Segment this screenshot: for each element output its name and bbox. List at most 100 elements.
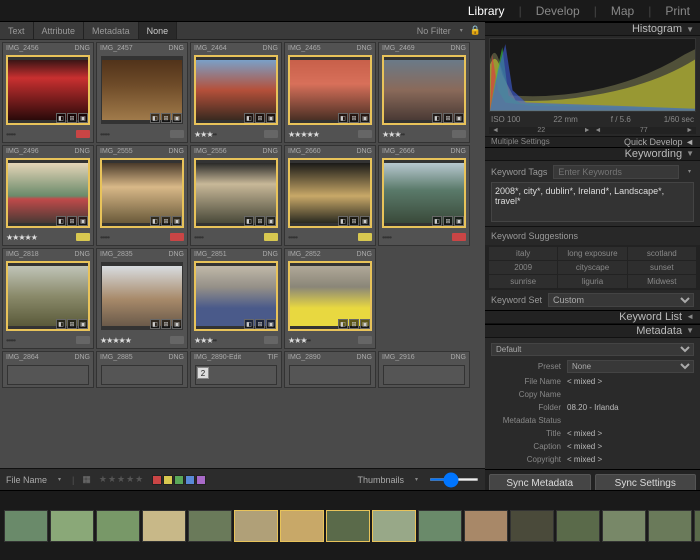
- thumbnail-badge-icon[interactable]: ⊞: [349, 319, 359, 329]
- rating-stars[interactable]: ★★★••: [288, 336, 310, 345]
- color-label-chip[interactable]: [264, 130, 278, 138]
- sort-label[interactable]: File Name: [6, 475, 47, 485]
- keywording-header[interactable]: Keywording ▼: [485, 147, 700, 161]
- thumbnail[interactable]: ◧⊞▣: [289, 56, 371, 124]
- thumbnail-badge-icon[interactable]: ◧: [150, 113, 160, 123]
- color-swatch[interactable]: [152, 475, 162, 485]
- thumbnail-badge-icon[interactable]: ▣: [172, 113, 182, 123]
- thumbnail[interactable]: ◧⊞▣: [7, 159, 89, 227]
- sync-settings-button[interactable]: Sync Settings: [595, 474, 697, 490]
- filmstrip-thumbnail[interactable]: [556, 510, 600, 542]
- filmstrip-thumbnail[interactable]: [142, 510, 186, 542]
- thumbnail-badge-icon[interactable]: ◧: [244, 319, 254, 329]
- keyword-set-select[interactable]: Custom: [548, 293, 694, 307]
- thumbnail-badge-icon[interactable]: ▣: [266, 319, 276, 329]
- thumbnail-badge-icon[interactable]: ⊞: [443, 113, 453, 123]
- thumbnail[interactable]: ◧⊞▣: [101, 56, 183, 124]
- stack-badge[interactable]: 2: [197, 367, 209, 379]
- thumbnail-badge-icon[interactable]: ▣: [78, 319, 88, 329]
- thumbnail-badge-icon[interactable]: ◧: [244, 113, 254, 123]
- thumbnail-size-slider[interactable]: [429, 478, 479, 481]
- keyword-entry-input[interactable]: [553, 165, 679, 179]
- module-print[interactable]: Print: [665, 4, 690, 18]
- metadata-preset-value[interactable]: None: [567, 360, 694, 373]
- keyword-suggestion[interactable]: scotland: [628, 247, 696, 260]
- filter-preset-dropdown-icon[interactable]: ▾: [457, 26, 466, 35]
- thumbnail[interactable]: [289, 365, 371, 385]
- filmstrip-thumbnail[interactable]: [510, 510, 554, 542]
- keyword-suggestion[interactable]: Midwest: [628, 275, 696, 288]
- thumbnail-badge-icon[interactable]: ◧: [150, 319, 160, 329]
- grid-cell[interactable]: IMG_2469DNG◧⊞▣★★★••: [378, 42, 470, 143]
- rating-stars[interactable]: ★★★★★: [6, 233, 37, 242]
- metadata-title[interactable]: < mixed >: [567, 429, 694, 438]
- thumbnail[interactable]: ◧⊞▣: [195, 56, 277, 124]
- thumbnail-badge-icon[interactable]: ▣: [172, 216, 182, 226]
- grid-cell[interactable]: IMG_2457DNG◧⊞▣•••••: [96, 42, 188, 143]
- grid-cell[interactable]: IMG_2818DNG◧⊞▣•••••: [2, 248, 94, 349]
- keyword-suggestion[interactable]: sunrise: [489, 275, 557, 288]
- thumbnail-badge-icon[interactable]: ◧: [56, 216, 66, 226]
- grid-cell[interactable]: IMG_2890-EditTIF2: [190, 351, 282, 388]
- module-develop[interactable]: Develop: [536, 4, 580, 18]
- quick-develop-header[interactable]: Multiple Settings Quick Develop ◄: [485, 136, 700, 147]
- thumbnail-badge-icon[interactable]: ⊞: [443, 216, 453, 226]
- grid-cell[interactable]: IMG_2556DNG◧⊞▣•••••: [190, 145, 282, 246]
- metadata-caption[interactable]: < mixed >: [567, 442, 694, 451]
- grid-cell[interactable]: IMG_2666DNG◧⊞▣•••••: [378, 145, 470, 246]
- thumbnail-badge-icon[interactable]: ⊞: [255, 113, 265, 123]
- rating-stars[interactable]: •••••: [100, 233, 109, 242]
- keyword-suggestion[interactable]: italy: [489, 247, 557, 260]
- color-label-chip[interactable]: [452, 130, 466, 138]
- color-label-chip[interactable]: [264, 233, 278, 241]
- keyword-suggestion[interactable]: cityscape: [558, 261, 626, 274]
- filter-metadata[interactable]: Metadata: [84, 22, 139, 39]
- rating-stars[interactable]: ★★★••: [194, 130, 216, 139]
- thumbnail[interactable]: ◧⊞▣: [7, 56, 89, 124]
- keyword-dropdown-icon[interactable]: ▾: [685, 167, 694, 176]
- thumbnail-badge-icon[interactable]: ▣: [266, 216, 276, 226]
- rating-filter[interactable]: ★★★★★: [99, 474, 144, 485]
- thumbnail-badge-icon[interactable]: ⊞: [255, 216, 265, 226]
- thumbnail-badge-icon[interactable]: ⊞: [255, 319, 265, 329]
- grid-cell[interactable]: IMG_2852DNG◧⊞▣★★★••: [284, 248, 376, 349]
- sync-metadata-button[interactable]: Sync Metadata: [489, 474, 591, 490]
- grid-cell[interactable]: IMG_2660DNG◧⊞▣•••••: [284, 145, 376, 246]
- thumbnail[interactable]: ◧⊞▣: [383, 56, 465, 124]
- thumbnail-badge-icon[interactable]: ◧: [338, 113, 348, 123]
- rating-stars[interactable]: ★★★••: [194, 336, 216, 345]
- thumbnail-grid[interactable]: IMG_2456DNG◧⊞▣•••••IMG_2457DNG◧⊞▣•••••IM…: [0, 40, 485, 468]
- thumbnails-dropdown-icon[interactable]: ▾: [412, 475, 421, 484]
- rating-stars[interactable]: •••••: [100, 130, 109, 139]
- color-swatch[interactable]: [163, 475, 173, 485]
- rating-stars[interactable]: •••••: [6, 336, 15, 345]
- thumbnail[interactable]: [383, 365, 465, 385]
- rating-stars[interactable]: •••••: [288, 233, 297, 242]
- rating-stars[interactable]: •••••: [194, 233, 203, 242]
- filter-none[interactable]: None: [139, 22, 178, 39]
- thumbnail-badge-icon[interactable]: ◧: [244, 216, 254, 226]
- thumbnail-badge-icon[interactable]: ◧: [432, 216, 442, 226]
- filmstrip-thumbnail[interactable]: [280, 510, 324, 542]
- grid-cell[interactable]: IMG_2555DNG◧⊞▣•••••: [96, 145, 188, 246]
- grid-cell[interactable]: IMG_2456DNG◧⊞▣•••••: [2, 42, 94, 143]
- thumbnail-badge-icon[interactable]: ▣: [78, 216, 88, 226]
- thumbnail-badge-icon[interactable]: ◧: [56, 113, 66, 123]
- color-swatch[interactable]: [196, 475, 206, 485]
- metadata-header[interactable]: Metadata ▼: [485, 324, 700, 338]
- thumbnail[interactable]: [101, 365, 183, 385]
- keyword-suggestion[interactable]: 2009: [489, 261, 557, 274]
- color-label-chip[interactable]: [76, 130, 90, 138]
- thumbnail[interactable]: ◧⊞▣: [101, 159, 183, 227]
- filter-lock-icon[interactable]: 🔒: [466, 25, 485, 36]
- crop-strip[interactable]: ◄22► ◄77►: [489, 127, 696, 134]
- color-label-chip[interactable]: [264, 336, 278, 344]
- filmstrip-thumbnail[interactable]: [372, 510, 416, 542]
- color-label-chip[interactable]: [76, 233, 90, 241]
- grid-cell[interactable]: IMG_2864DNG: [2, 351, 94, 388]
- histogram[interactable]: [489, 38, 696, 112]
- thumbnail-badge-icon[interactable]: ◧: [150, 216, 160, 226]
- color-label-chip[interactable]: [170, 233, 184, 241]
- thumbnail[interactable]: ◧⊞▣: [7, 262, 89, 330]
- thumbnail-badge-icon[interactable]: ▣: [360, 319, 370, 329]
